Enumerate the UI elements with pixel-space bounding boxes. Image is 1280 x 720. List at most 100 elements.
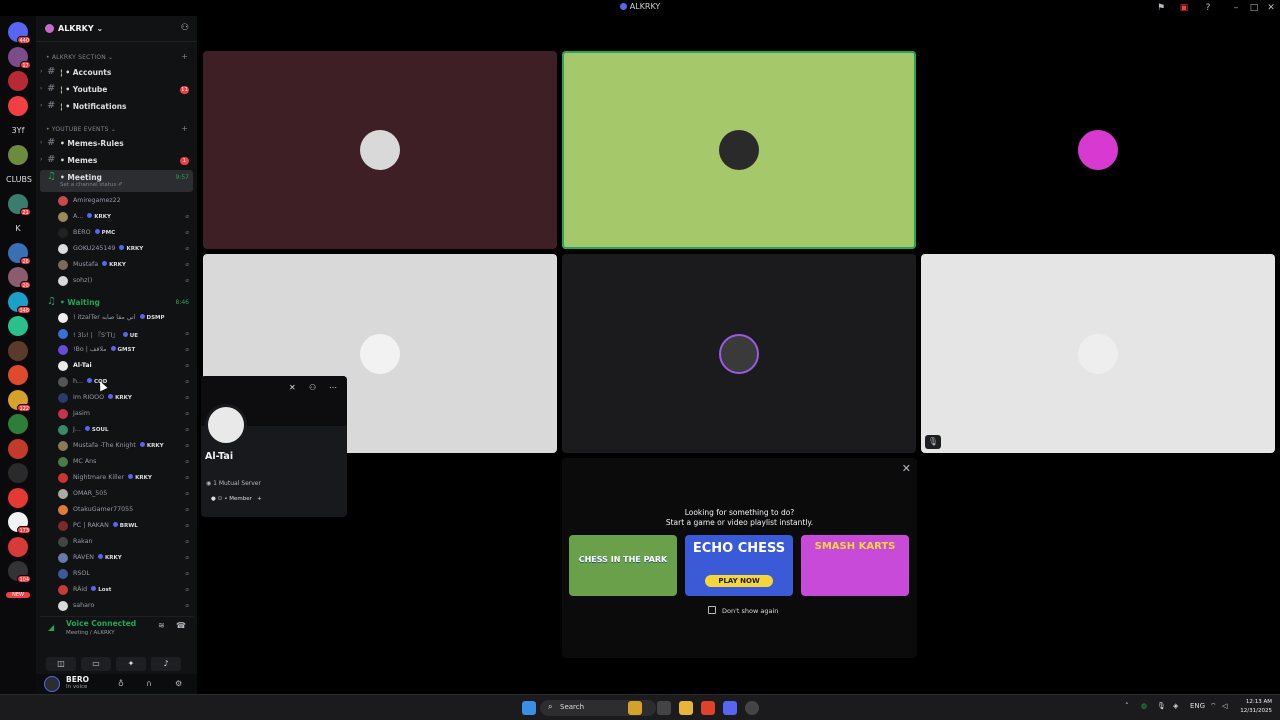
soundboard-button[interactable]: ♪ xyxy=(151,657,181,671)
server-icon[interactable] xyxy=(8,487,28,508)
start-icon[interactable] xyxy=(522,701,536,715)
wifi-icon[interactable]: ⌔ xyxy=(1210,702,1217,711)
disconnect-icon[interactable]: ☎ xyxy=(176,621,186,630)
category-youtube-events[interactable]: • YOUTUBE EVENTS ⌄ xyxy=(46,126,116,133)
voice-channel-meeting[interactable]: ♫ • Meeting 9:57 Set a channel status ✐ xyxy=(40,170,193,192)
activity-card-smash-karts[interactable]: SMASH KARTS xyxy=(801,535,909,596)
add-friend-icon[interactable]: ⚇ xyxy=(309,383,316,392)
task-view-icon[interactable] xyxy=(657,701,671,715)
microphone-icon[interactable]: ♁ xyxy=(118,679,124,688)
inbox-icon[interactable]: ⚑ xyxy=(1155,2,1167,14)
maximize-icon[interactable]: □ xyxy=(1248,2,1260,14)
add-member-icon[interactable]: ⚇ xyxy=(181,23,189,33)
widget-icon[interactable] xyxy=(628,701,642,715)
server-icon[interactable] xyxy=(8,340,28,361)
settings-gear-icon[interactable]: ⚙ xyxy=(175,679,182,688)
voice-user[interactable]: Mustafa -The Knight KRKY ⌀ xyxy=(58,439,192,454)
voice-user[interactable]: RÄid Lost ⌀ xyxy=(58,583,192,598)
server-icon[interactable] xyxy=(8,316,28,336)
voice-user[interactable]: A... KRKY ⌀ xyxy=(58,210,192,225)
server-icon[interactable]: 20 xyxy=(8,267,31,289)
screen-icon[interactable]: ▣ xyxy=(1178,2,1190,14)
server-icon[interactable]: 440 xyxy=(8,22,31,44)
participant-tile[interactable] xyxy=(203,51,557,249)
activity-card-echo-chess[interactable]: ECHO CHESS PLAY NOW xyxy=(685,535,793,596)
add-channel-icon[interactable]: + xyxy=(181,52,188,61)
voice-user[interactable]: Al-Tai ⌀ xyxy=(58,359,192,374)
server-icon[interactable] xyxy=(8,144,28,165)
tray-mic-icon[interactable]: 🎙 xyxy=(1157,702,1166,710)
guild-header[interactable]: ALKRKY ⌄ ⚇ xyxy=(36,16,197,42)
voice-user[interactable]: h... COD ⌀ xyxy=(58,375,192,390)
voice-user[interactable]: Im RIOOO KRKY ⌀ xyxy=(58,391,192,406)
voice-user[interactable]: PC | RAKAN BRWL ⌀ xyxy=(58,519,192,534)
tray-overflow-icon[interactable]: ˄ xyxy=(1125,702,1129,710)
server-icon[interactable] xyxy=(8,71,28,91)
voice-user[interactable]: ! 3ذا! | 『S'ΤΙ』 UE ⌀ xyxy=(58,327,192,342)
channel-memes[interactable]: › # • Memes 1 xyxy=(40,153,193,168)
add-channel-icon[interactable]: + xyxy=(181,124,188,133)
voice-user[interactable]: RSOL ⌀ xyxy=(58,567,192,582)
participant-tile[interactable] xyxy=(562,254,916,453)
voice-user[interactable]: MC Ans ⌀ xyxy=(58,455,192,470)
voice-user[interactable]: RAVEN KRKY ⌀ xyxy=(58,551,192,566)
channel-notifications[interactable]: › # ¦ • Notifications xyxy=(40,99,193,114)
discord-taskbar-icon[interactable] xyxy=(723,701,737,715)
server-icon[interactable]: K xyxy=(6,224,30,233)
file-explorer-icon[interactable] xyxy=(679,701,693,715)
voice-user[interactable]: OtakuGamer77055 ⌀ xyxy=(58,503,192,518)
voice-location[interactable]: Meeting / ALKRKY xyxy=(66,630,115,636)
voice-channel-waiting[interactable]: ♫ • Waiting 8:46 xyxy=(40,295,193,310)
voice-user[interactable]: saharo ⌀ xyxy=(58,599,192,614)
server-icon[interactable]: 104 xyxy=(8,561,31,583)
voice-user[interactable]: Rakan ⌀ xyxy=(58,535,192,550)
server-icon[interactable] xyxy=(8,365,28,385)
voice-user[interactable]: Jasim ⌀ xyxy=(58,407,192,422)
server-icon[interactable] xyxy=(8,95,28,116)
channel-youtube[interactable]: › # ¦ • Youtube 11 xyxy=(40,82,193,97)
clock[interactable]: 12:13 AM 12/31/2025 xyxy=(1236,698,1272,716)
volume-icon[interactable]: ◁ xyxy=(1222,702,1227,710)
participant-tile[interactable] xyxy=(562,51,916,249)
server-icon[interactable]: 17 xyxy=(8,46,31,69)
mutual-servers[interactable]: ◉ 1 Mutual Server xyxy=(206,480,261,487)
server-icon[interactable]: NEW xyxy=(6,591,30,598)
noise-suppression-icon[interactable]: ≋ xyxy=(158,621,165,630)
avatar[interactable] xyxy=(44,676,60,692)
language-indicator[interactable]: ENG xyxy=(1190,702,1205,710)
voice-user[interactable]: Mustafa KRKY ⌀ xyxy=(58,258,192,273)
username[interactable]: BERO xyxy=(66,675,89,684)
server-icon[interactable] xyxy=(8,463,28,483)
close-window-icon[interactable]: ✕ xyxy=(1265,2,1277,14)
voice-user[interactable]: Amiregamez22 xyxy=(58,194,192,209)
more-options-icon[interactable]: ⋯ xyxy=(329,383,337,392)
server-icon[interactable] xyxy=(8,536,28,557)
activities-button[interactable]: ✦ xyxy=(116,657,146,671)
server-icon[interactable]: 26 xyxy=(8,242,31,265)
server-icon[interactable]: 173 xyxy=(8,512,31,534)
category-alkrky-section[interactable]: • ALKRKY SECTION ⌄ xyxy=(46,54,113,61)
participant-tile[interactable]: 🎙 xyxy=(921,254,1275,453)
minimize-icon[interactable]: – xyxy=(1230,2,1242,14)
dont-show-again-checkbox[interactable]: Don't show again xyxy=(708,606,778,615)
server-icon[interactable]: CLUBS xyxy=(6,175,32,184)
participant-tile[interactable] xyxy=(921,51,1275,249)
voice-user[interactable]: OMAR_505 ⌀ xyxy=(58,487,192,502)
channel-accounts[interactable]: › # ¦ • Accounts xyxy=(40,65,193,80)
screen-share-button[interactable]: ▭ xyxy=(81,657,111,671)
voice-user[interactable]: ! itzalTer اني مقا صابه DSMP xyxy=(58,311,192,326)
voice-status[interactable]: Voice Connected xyxy=(66,619,136,628)
activity-card-chess-in-the-park[interactable]: CHESS IN THE PARK xyxy=(569,535,677,596)
voice-user[interactable]: Nightmare Killer KRKY ⌀ xyxy=(58,471,192,486)
voice-user[interactable]: BERO PMC ⌀ xyxy=(58,226,192,241)
avatar[interactable] xyxy=(205,404,247,446)
headphones-icon[interactable]: ∩ xyxy=(146,679,152,688)
voice-user[interactable]: sohz() ⌀ xyxy=(58,274,192,289)
channel-memes-rules[interactable]: › # • Memes-Rules xyxy=(40,136,193,151)
tray-app-icon[interactable]: ◍ xyxy=(1141,702,1147,710)
voice-user[interactable]: J... SOUL ⌀ xyxy=(58,423,192,438)
server-icon[interactable]: 348 xyxy=(8,291,31,314)
close-icon[interactable]: ✕ xyxy=(902,462,911,475)
voice-user[interactable]: GOKU245149 KRKY ⌀ xyxy=(58,242,192,257)
server-icon[interactable]: 3Yf xyxy=(6,126,30,135)
